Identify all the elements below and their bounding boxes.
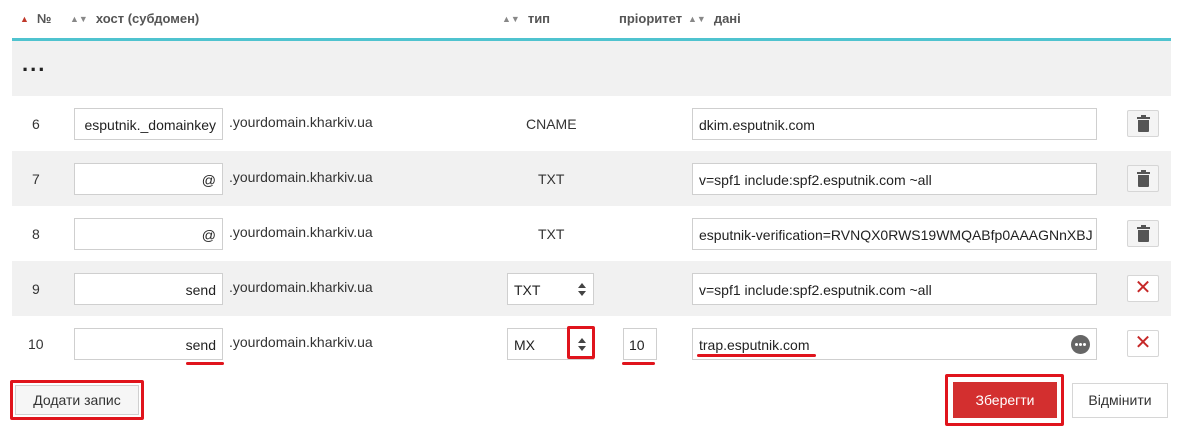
highlight-underline	[697, 354, 816, 357]
delete-button[interactable]	[1127, 165, 1159, 192]
host-input[interactable]: @	[74, 163, 223, 195]
select-arrows-icon	[577, 281, 587, 297]
save-button[interactable]: Зберегти	[953, 382, 1057, 418]
table-row: 7 @ .yourdomain.kharkiv.ua TXT v=spf1 in…	[12, 151, 1171, 206]
sort-icon: ▲▼	[688, 14, 706, 24]
host-input[interactable]: @	[74, 218, 223, 250]
domain-suffix: .yourdomain.kharkiv.ua	[229, 169, 373, 185]
trash-icon	[1137, 170, 1150, 187]
delete-button[interactable]	[1127, 220, 1159, 247]
row-number: 10	[28, 336, 44, 352]
row-number: 9	[32, 281, 40, 297]
data-input-value: trap.esputnik.com	[699, 337, 810, 353]
type-select[interactable]: TXT	[507, 273, 594, 305]
data-input[interactable]: dkim.esputnik.com	[692, 108, 1097, 140]
data-input[interactable]: v=spf1 include:spf2.esputnik.com ~all	[692, 273, 1097, 305]
highlight-box	[567, 326, 595, 359]
add-record-button[interactable]: Додати запис	[15, 385, 139, 415]
domain-suffix: .yourdomain.kharkiv.ua	[229, 279, 373, 295]
sort-icon: ▲▼	[502, 14, 520, 24]
host-input[interactable]: send	[74, 328, 223, 360]
record-type: CNAME	[526, 116, 577, 132]
record-type: TXT	[538, 226, 565, 242]
row-number: 8	[32, 226, 40, 242]
highlight-underline	[186, 362, 224, 365]
more-dots-icon[interactable]	[1071, 335, 1090, 354]
column-priority: пріоритет	[619, 11, 683, 26]
sort-icon: ▲▼	[70, 14, 88, 24]
priority-input[interactable]: 10	[623, 328, 657, 360]
row-number: 6	[32, 116, 40, 132]
table-row: 9 send .yourdomain.kharkiv.ua TXT v=spf1…	[12, 261, 1171, 316]
type-select-value: TXT	[514, 282, 541, 298]
cancel-button[interactable]: Відмінити	[1072, 383, 1168, 418]
row-number: 7	[32, 171, 40, 187]
highlight-underline	[622, 362, 655, 365]
collapsed-rows[interactable]: ...	[12, 41, 1171, 96]
host-input[interactable]: esputnik._domainkey	[74, 108, 223, 140]
data-input[interactable]: esputnik-verification=RVNQX0RWS19WMQABfp…	[692, 218, 1097, 250]
delete-button[interactable]	[1127, 110, 1159, 137]
sort-asc-icon: ▲	[20, 14, 29, 24]
close-icon: ✕	[1134, 277, 1152, 299]
type-select-value: MX	[514, 337, 535, 353]
close-icon: ✕	[1134, 332, 1152, 354]
data-input[interactable]: v=spf1 include:spf2.esputnik.com ~all	[692, 163, 1097, 195]
collapsed-rows-label: ...	[22, 51, 47, 76]
domain-suffix: .yourdomain.kharkiv.ua	[229, 224, 373, 240]
trash-icon	[1137, 225, 1150, 242]
column-host[interactable]: ▲▼ хост (субдомен)	[70, 11, 199, 26]
table-header: ▲ № ▲▼ хост (субдомен) ▲▼ тип пріоритет ▲▼ д…	[12, 0, 1170, 38]
record-type: TXT	[538, 171, 565, 187]
remove-button[interactable]: ✕	[1127, 275, 1159, 302]
column-data[interactable]: ▲▼ дані	[688, 11, 741, 26]
column-num[interactable]: ▲ №	[20, 11, 51, 26]
remove-button[interactable]: ✕	[1127, 330, 1159, 357]
domain-suffix: .yourdomain.kharkiv.ua	[229, 334, 373, 350]
host-input[interactable]: send	[74, 273, 223, 305]
domain-suffix: .yourdomain.kharkiv.ua	[229, 114, 373, 130]
trash-icon	[1137, 115, 1150, 132]
table-row: 6 esputnik._domainkey .yourdomain.kharki…	[12, 96, 1171, 151]
column-type[interactable]: ▲▼ тип	[502, 11, 550, 26]
table-row: 8 @ .yourdomain.kharkiv.ua TXT esputnik-…	[12, 206, 1171, 261]
